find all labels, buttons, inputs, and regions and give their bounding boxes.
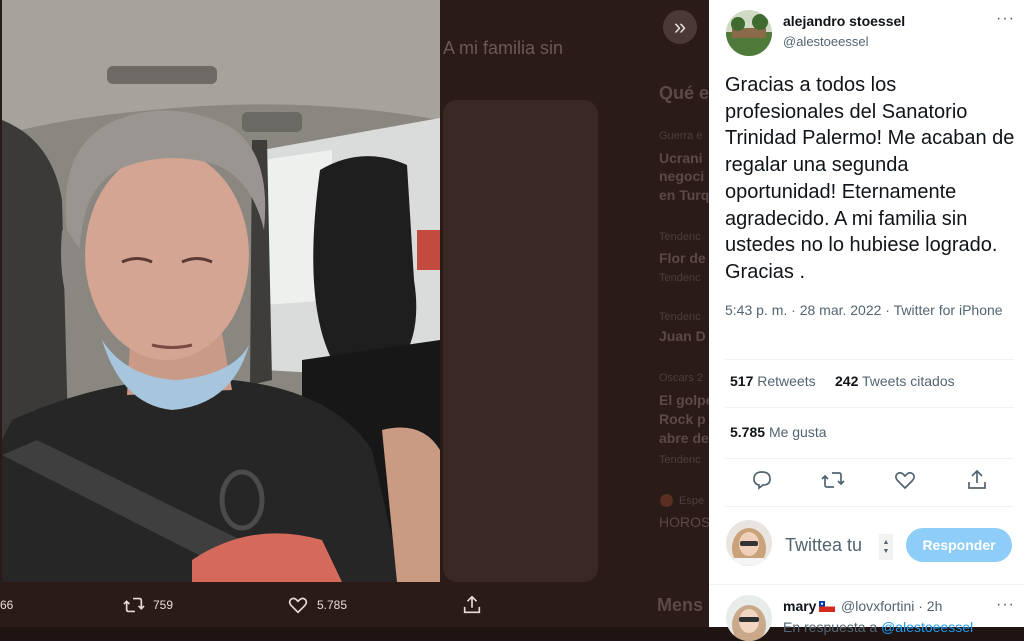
- quotes-stat[interactable]: 242 Tweets citados: [835, 373, 955, 389]
- in-reply-to: En respuesta a @alestoeessel: [783, 619, 973, 635]
- background-trend: abre de: [659, 430, 709, 446]
- background-trend-meta: Tendenc: [659, 272, 701, 284]
- author-avatar[interactable]: [726, 10, 772, 56]
- retweet-button[interactable]: [821, 468, 845, 492]
- media-like-button[interactable]: 5.785: [287, 582, 347, 627]
- heart-icon: [288, 597, 308, 614]
- background-trend-meta: Espe: [679, 495, 705, 507]
- reply-button[interactable]: [750, 468, 774, 492]
- chevron-down-icon: ▼: [882, 548, 890, 555]
- in-reply-to-label: En respuesta a: [783, 619, 878, 635]
- reply-author-avatar[interactable]: [726, 595, 772, 641]
- share-button[interactable]: [965, 468, 989, 492]
- likes-count: 5.785: [730, 424, 766, 440]
- chevron-up-icon: ▲: [882, 539, 890, 546]
- reply-submit-button[interactable]: Responder: [906, 528, 1012, 562]
- current-user-avatar-image: [726, 520, 772, 566]
- share-icon: [968, 469, 986, 489]
- background-trend-meta: Tendenc: [659, 231, 701, 243]
- background-trend: Ucrani: [659, 150, 703, 166]
- background-trend-meta: Guerra e: [659, 130, 703, 142]
- tweet-more-button[interactable]: ···: [996, 10, 1015, 28]
- author-handle[interactable]: @alestoeessel: [783, 34, 868, 49]
- author-name[interactable]: alejandro stoessel: [783, 13, 905, 29]
- text-scroll-stepper[interactable]: ▲ ▼: [879, 534, 893, 560]
- media-like-count: 5.785: [317, 597, 348, 612]
- photo-illustration: [2, 0, 440, 582]
- background-trend: Rock p: [659, 411, 706, 427]
- retweets-stat[interactable]: 517 Retweets: [730, 373, 816, 389]
- speech-bubble-icon: [753, 471, 771, 490]
- quotes-count: 242: [835, 373, 859, 389]
- expand-panel-button[interactable]: »: [663, 10, 697, 44]
- in-reply-to-handle-link[interactable]: @alestoeessel: [881, 619, 973, 635]
- tweet-photo[interactable]: [2, 0, 440, 582]
- background-tweet-card: [443, 100, 598, 582]
- background-trend: en Turq: [659, 187, 709, 203]
- background-trend-meta: Tendenc: [659, 311, 701, 323]
- retweet-icon: [821, 472, 845, 488]
- divider: [725, 407, 1014, 408]
- reply-author-avatar-image: [726, 595, 772, 641]
- media-viewer: A mi familia sin Qué e Guerra e Ucrani n…: [0, 0, 709, 627]
- background-trend: Flor de: [659, 250, 706, 266]
- background-trend: negoci: [659, 168, 705, 184]
- more-dots-icon: ···: [996, 596, 1015, 613]
- retweets-count: 517: [730, 373, 754, 389]
- likes-label: Me gusta: [768, 424, 827, 440]
- media-retweet-button[interactable]: 759: [123, 582, 173, 627]
- background-trend-meta: Oscars 2: [659, 372, 704, 384]
- media-action-bar: 66 759 5.785: [0, 582, 709, 627]
- heart-icon: [895, 471, 915, 490]
- likes-stat[interactable]: 5.785 Me gusta: [730, 424, 827, 440]
- share-icon: [463, 595, 481, 613]
- more-dots-icon: ···: [996, 10, 1015, 27]
- media-reply-count: 66: [0, 597, 14, 612]
- divider: [725, 506, 1014, 507]
- background-trend: Juan D: [659, 328, 706, 344]
- reply-author-name[interactable]: mary: [783, 598, 816, 614]
- background-trend-meta: Tendenc: [659, 454, 701, 466]
- media-retweet-count: 759: [153, 597, 174, 612]
- retweets-label: Retweets: [757, 373, 816, 389]
- reply-input[interactable]: Twittea tu: [785, 535, 862, 556]
- double-chevron-right-icon: »: [673, 14, 687, 39]
- retweet-icon: [123, 597, 145, 612]
- current-user-avatar[interactable]: [726, 520, 772, 566]
- media-share-button[interactable]: [461, 582, 483, 627]
- background-sidebar-title: Qué e: [659, 83, 709, 103]
- like-button[interactable]: [893, 468, 917, 492]
- divider: [725, 458, 1014, 459]
- background-trend: El golpe: [659, 392, 709, 408]
- reply-author-handle-time[interactable]: @lovxfortini · 2h: [841, 598, 942, 614]
- divider: [725, 359, 1014, 360]
- chile-flag-icon: [819, 601, 835, 612]
- background-tweet-fragment: A mi familia sin: [443, 38, 564, 58]
- divider: [709, 584, 1024, 585]
- tweet-text: Gracias a todos los profesionales del Sa…: [725, 74, 1015, 283]
- media-reply-button[interactable]: 66: [0, 582, 13, 627]
- background-trend: HOROS: [659, 514, 709, 530]
- tweet-timestamp[interactable]: 5:43 p. m. · 28 mar. 2022 · Twitter for …: [725, 301, 1010, 320]
- background-fire-icon: [660, 494, 673, 507]
- author-avatar-image: [726, 10, 772, 56]
- quotes-label: Tweets citados: [862, 373, 955, 389]
- reply-more-button[interactable]: ···: [996, 596, 1015, 614]
